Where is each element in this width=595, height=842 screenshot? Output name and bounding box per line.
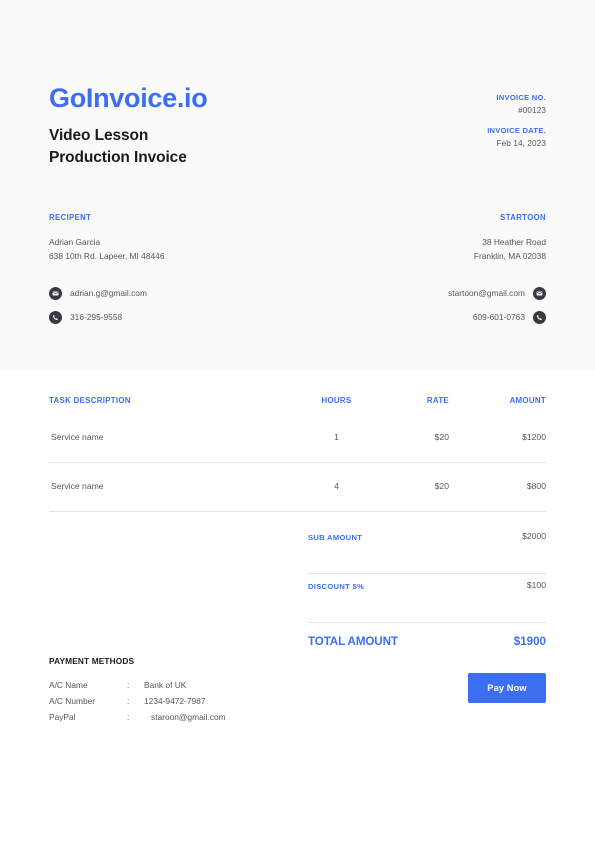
- row-amount: $800: [526, 481, 546, 491]
- payment-methods-title: PAYMENT METHODS: [49, 656, 135, 666]
- invoice-date-value: Feb 14, 2023: [496, 139, 546, 148]
- sender-phone-row: 609-601-0763: [448, 307, 546, 328]
- invoice-number-value: #00123: [518, 106, 546, 115]
- row-amount: $1200: [522, 432, 546, 442]
- line-items-table: TASK DESCRIPTION HOURS RATE AMOUNT Servi…: [49, 396, 546, 512]
- sender-email-row: startoon@gmail.com: [448, 283, 546, 304]
- total-label: TOTAL AMOUNT: [308, 635, 398, 648]
- recipient-address: Adrian Garcia 638 10th Rd. Lapeer, MI 48…: [49, 236, 164, 264]
- payment-row-account-name: A/C Name : Bank of UK: [49, 677, 329, 693]
- payment-value: Bank of UK: [144, 680, 187, 690]
- payment-colon: :: [127, 680, 130, 690]
- phone-icon: [49, 310, 62, 324]
- pay-now-button[interactable]: Pay Now: [468, 673, 546, 703]
- invoice-meta: INVOICE NO. #00123 INVOICE DATE. Feb 14,…: [346, 93, 546, 148]
- page-title-line-2: Production Invoice: [49, 149, 187, 167]
- payment-value: staroon@gmail.com: [151, 712, 226, 722]
- row-hours: 1: [334, 432, 339, 442]
- recipient-email: adrian.g@gmail.com: [70, 288, 147, 299]
- subtotal-value: $2000: [522, 531, 546, 541]
- payment-colon: :: [127, 712, 130, 722]
- discount-value: $100: [526, 580, 546, 590]
- sender-block: STARTOON 38 Heather Road Franklin, MA 02…: [448, 213, 546, 331]
- sender-title: STARTOON: [500, 213, 546, 222]
- recipient-address-line: 638 10th Rd. Lapeer, MI 48446: [49, 250, 165, 261]
- total-value: $1900: [513, 635, 546, 648]
- table-header-row: TASK DESCRIPTION HOURS RATE AMOUNT: [49, 396, 546, 414]
- recipient-phone-row: 316-295-9558: [49, 307, 164, 328]
- invoice-page: GoInvoice.io Video Lesson Production Inv…: [0, 0, 595, 842]
- recipient-name: Adrian Garcia: [49, 237, 101, 247]
- table-row: Service name 4 $20 $800: [49, 463, 546, 512]
- totals-section: SUB AMOUNT $2000 DISCOUNT 5% $100 TOTAL …: [308, 525, 546, 657]
- recipient-email-row: adrian.g@gmail.com: [49, 283, 164, 304]
- row-description: Service name: [51, 481, 104, 491]
- sender-address-line-1: 38 Heather Road: [482, 237, 546, 247]
- total-row: TOTAL AMOUNT $1900: [308, 623, 546, 657]
- discount-row: DISCOUNT 5% $100: [308, 574, 546, 623]
- recipient-block: RECIPENT Adrian Garcia 638 10th Rd. Lape…: [49, 213, 164, 331]
- recipient-title: RECIPENT: [49, 213, 92, 222]
- invoice-header: GoInvoice.io Video Lesson Production Inv…: [49, 85, 546, 170]
- invoice-date-label: INVOICE DATE.: [487, 126, 546, 135]
- sender-address: 38 Heather Road Franklin, MA 02038: [448, 236, 546, 264]
- sender-phone: 609-601-0763: [472, 312, 525, 323]
- payment-colon: :: [127, 696, 130, 706]
- payment-value: 1234-9472-7987: [144, 696, 206, 706]
- payment-key: A/C Name: [49, 680, 88, 690]
- payment-methods-section: PAYMENT METHODS A/C Name : Bank of UK A/…: [49, 656, 329, 725]
- recipient-contact-list: adrian.g@gmail.com 316-295-9558: [49, 283, 164, 328]
- sender-contact-list: startoon@gmail.com 609-601-0763: [448, 283, 546, 328]
- envelope-icon: [49, 286, 62, 300]
- sender-email: startoon@gmail.com: [448, 288, 525, 299]
- payment-row-account-number: A/C Number : 1234-9472-7987: [49, 693, 329, 709]
- sender-address-line-2: Franklin, MA 02038: [473, 250, 546, 261]
- column-header-amount: AMOUNT: [509, 396, 546, 405]
- column-header-description: TASK DESCRIPTION: [49, 396, 131, 405]
- payment-key: A/C Number: [49, 696, 96, 706]
- payment-key: PayPal: [49, 712, 76, 722]
- discount-label: DISCOUNT 5%: [308, 582, 365, 591]
- subtotal-row: SUB AMOUNT $2000: [308, 525, 546, 574]
- subtotal-label: SUB AMOUNT: [308, 533, 363, 542]
- payment-row-paypal: PayPal : staroon@gmail.com: [49, 709, 329, 725]
- table-row: Service name 1 $20 $1200: [49, 414, 546, 463]
- invoice-number-label: INVOICE NO.: [496, 93, 546, 102]
- meta-spacer: [346, 115, 546, 126]
- recipient-phone: 316-295-9558: [70, 312, 123, 323]
- payment-details-list: A/C Name : Bank of UK A/C Number : 1234-…: [49, 677, 329, 725]
- table-body: Service name 1 $20 $1200 Service name 4 …: [49, 414, 546, 512]
- phone-icon: [533, 310, 546, 324]
- row-hours: 4: [334, 481, 339, 491]
- column-header-hours: HOURS: [321, 396, 352, 405]
- envelope-icon: [533, 286, 546, 300]
- row-description: Service name: [51, 432, 104, 442]
